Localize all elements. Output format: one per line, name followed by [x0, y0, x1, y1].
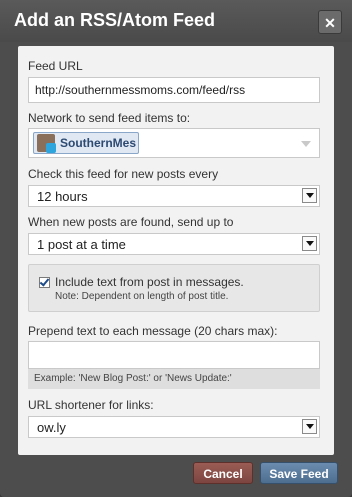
shortener-label: URL shortener for links: — [28, 398, 154, 412]
send-up-to-value: 1 post at a time — [37, 237, 126, 252]
network-label: Network to send feed items to: — [28, 111, 191, 125]
send-up-to-select[interactable]: 1 post at a time — [28, 233, 320, 255]
feed-url-input[interactable] — [28, 77, 320, 103]
chevron-down-icon[interactable] — [301, 141, 311, 147]
network-selector[interactable]: SouthernMes — [28, 128, 320, 158]
close-icon: ✕ — [324, 15, 336, 31]
chevron-down-icon[interactable] — [302, 188, 317, 203]
close-button[interactable]: ✕ — [318, 10, 342, 34]
send-up-to-label: When new posts are found, send up to — [28, 215, 234, 229]
shortener-select[interactable]: ow.ly — [28, 416, 320, 438]
chevron-down-icon[interactable] — [302, 236, 317, 251]
include-text-label: Include text from post in messages. — [55, 275, 244, 289]
include-text-note: Note: Dependent on length of post title. — [55, 291, 229, 302]
prepend-label: Prepend text to each message (20 chars m… — [28, 324, 278, 338]
dialog-title: Add an RSS/Atom Feed — [14, 10, 216, 30]
feed-url-label: Feed URL — [28, 59, 83, 73]
prepend-example: Example: 'New Blog Post:' or 'News Updat… — [28, 369, 320, 389]
dialog-titlebar: Add an RSS/Atom Feed ✕ — [0, 0, 352, 42]
rss-feed-dialog: Add an RSS/Atom Feed ✕ Feed URL Network … — [0, 0, 352, 497]
shortener-value: ow.ly — [37, 420, 66, 435]
include-text-checkbox[interactable] — [39, 277, 50, 288]
frequency-value: 12 hours — [37, 189, 88, 204]
prepend-input[interactable] — [28, 341, 320, 369]
network-chip-label: SouthernMes — [60, 136, 137, 150]
chevron-down-icon[interactable] — [302, 419, 317, 434]
frequency-select[interactable]: 12 hours — [28, 185, 320, 207]
frequency-label: Check this feed for new posts every — [28, 167, 219, 181]
save-feed-button[interactable]: Save Feed — [260, 462, 338, 484]
dialog-panel: Feed URL Network to send feed items to: … — [18, 46, 334, 455]
network-chip[interactable]: SouthernMes — [33, 132, 139, 154]
include-text-box: Include text from post in messages. Note… — [28, 264, 320, 312]
cancel-button[interactable]: Cancel — [193, 462, 253, 484]
twitter-icon — [46, 143, 56, 153]
